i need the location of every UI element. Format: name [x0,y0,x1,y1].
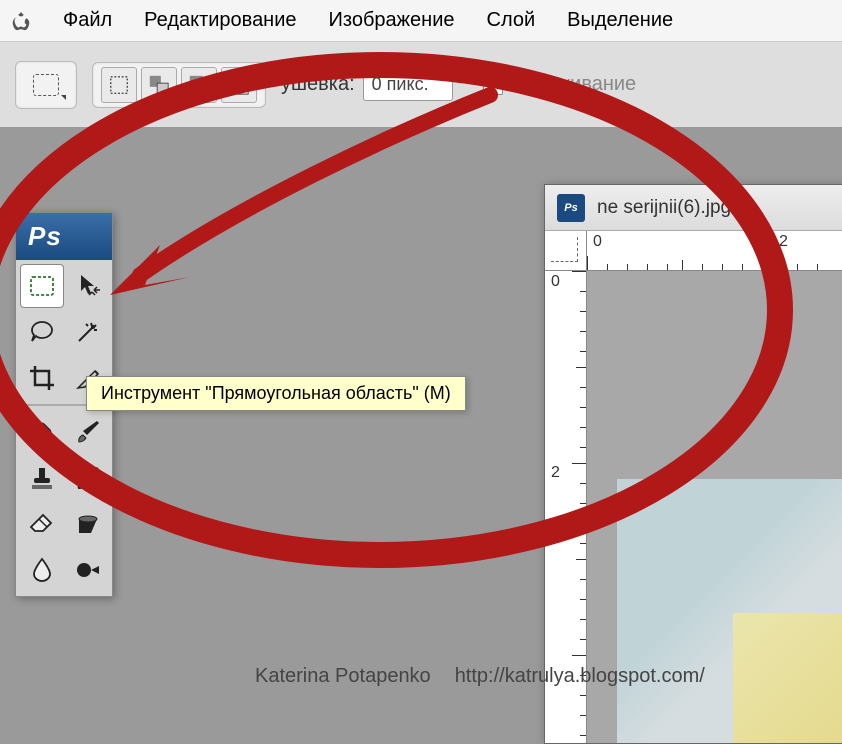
watermark-author: Katerina Potapenko [255,665,431,688]
gradient-tool-button[interactable] [66,502,110,546]
history-brush-button[interactable] [66,456,110,500]
ps-file-icon: Ps [557,194,585,222]
selection-intersect-button[interactable] [221,67,257,103]
feather-input[interactable] [363,69,453,101]
ruler-origin[interactable] [545,231,587,271]
watermark-url: http://katrulya.blogspot.com/ [455,665,705,688]
dodge-tool-button[interactable] [66,548,110,592]
antialias-label: Сглаживание [513,73,637,96]
menu-layer[interactable]: Слой [471,9,552,32]
image-content [617,479,842,743]
healing-tool-button[interactable] [20,410,64,454]
ruler-horizontal[interactable]: 0 2 [587,231,842,271]
document-window: Ps ne serijnii(6).jpg 0 2 [544,184,842,744]
marquee-tool-button[interactable] [20,264,64,308]
selection-modes [92,62,266,108]
tooltip: Инструмент "Прямоугольная область" (M) [86,376,466,411]
menu-bar: Файл Редактирование Изображение Слой Выд… [0,0,842,42]
workspace: Ps [0,128,842,706]
blur-tool-button[interactable] [20,548,64,592]
menu-image[interactable]: Изображение [313,9,471,32]
move-tool-button[interactable] [66,264,110,308]
menu-select[interactable]: Выделение [551,9,689,32]
ruler-h-2: 2 [779,233,788,251]
brush-tool-button[interactable] [66,410,110,454]
watermark: Katerina Potapenko http://katrulya.blogs… [255,665,705,688]
ruler-v-0: 0 [551,273,560,291]
antialias-checkbox[interactable] [483,75,503,95]
eraser-tool-button[interactable] [20,502,64,546]
menu-edit[interactable]: Редактирование [128,9,312,32]
lasso-tool-button[interactable] [20,310,64,354]
tool-preset[interactable] [15,61,77,109]
document-title: ne serijnii(6).jpg [597,197,731,219]
options-bar: ушёвка: Сглаживание [0,42,842,128]
ps-logo: Ps [16,213,112,260]
selection-add-button[interactable] [141,67,177,103]
wand-tool-button[interactable] [66,310,110,354]
ruler-h-0: 0 [593,233,602,251]
stamp-tool-button[interactable] [20,456,64,500]
selection-subtract-button[interactable] [181,67,217,103]
menu-file[interactable]: Файл [47,9,128,32]
feather-label: ушёвка: [281,73,355,96]
marquee-preview-icon [22,66,70,104]
document-titlebar[interactable]: Ps ne serijnii(6).jpg [545,185,842,231]
ruler-v-2: 2 [551,464,560,482]
crop-tool-button[interactable] [20,356,64,400]
apple-icon [10,10,32,32]
selection-new-button[interactable] [101,67,137,103]
